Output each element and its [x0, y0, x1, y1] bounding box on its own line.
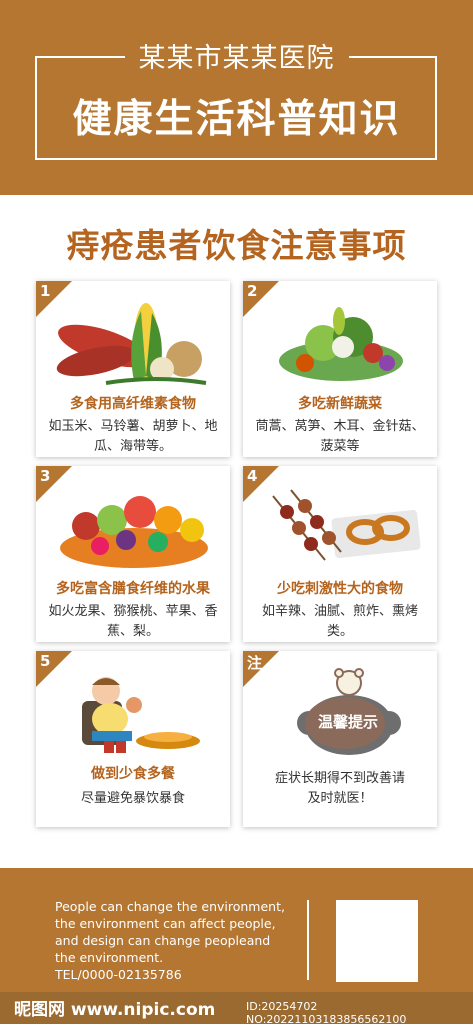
fruit-pile-illustration	[60, 496, 208, 568]
bear-tip-illustration	[297, 668, 401, 755]
tip-bubble-text: 温馨提示	[317, 713, 378, 731]
tip-card-note: 注 温馨提示 症状长期得不到改善请及时就医！	[243, 651, 437, 827]
card-description: 如火龙果、猕猴桃、苹果、香蕉、梨。	[48, 604, 218, 639]
tip-card-2: 2 多吃新鲜蔬菜 茼蒿、莴笋、木耳、金针菇、菠菜等	[243, 281, 437, 457]
footer-line: People can change the environment,	[55, 899, 285, 914]
watermark-id: ID:20254702 NO:20221103183856562100	[246, 1000, 407, 1026]
footer-line: the environment.	[55, 950, 164, 965]
card-description: 如辛辣、油腻、煎炸、熏烤类。	[261, 604, 418, 639]
tip-card-4: 4 少吃刺激性大的食物 如辛辣、油腻、煎炸、熏烤类。	[243, 466, 437, 642]
tip-card-5: 5 做到少食多餐 尽量避免暴饮暴食	[36, 651, 230, 827]
watermark-logo: 昵图网 www.nipic.com	[14, 1000, 216, 1020]
tip-card-3: 3 多吃富含膳食纤维的水果 如火龙果、猕猴桃、苹果、香蕉、梨。	[36, 466, 230, 642]
card-title: 多食用高纤维素食物	[70, 396, 196, 412]
fresh-greens-illustration	[279, 307, 403, 381]
footer-line: and design can change peopleand	[55, 933, 271, 948]
card-description: 症状长期得不到改善请及时就医！	[274, 771, 405, 806]
card-title: 多吃新鲜蔬菜	[298, 396, 382, 412]
tip-card-1: 1 多食用高纤维素食物 如玉米、马铃薯、胡萝卜、地瓜、海带等。	[36, 281, 230, 457]
card-description: 尽量避免暴饮暴食	[80, 791, 185, 806]
card-title: 少吃刺激性大的食物	[277, 581, 403, 597]
skewers-illustration	[272, 489, 421, 561]
vegetables-illustration	[56, 303, 207, 385]
footer-divider	[307, 900, 309, 980]
card-description: 茼蒿、莴笋、木耳、金针菇、菠菜等	[255, 419, 425, 454]
footer-line: the environment can affect people,	[55, 916, 276, 931]
main-title: 健康生活科普知识	[72, 97, 401, 142]
footer-text: People can change the environment, the e…	[55, 898, 295, 983]
section-title: 痔疮患者饮食注意事项	[66, 226, 407, 265]
overeating-boy-illustration	[82, 677, 200, 753]
card-title: 多吃富含膳食纤维的水果	[56, 581, 210, 597]
footer-phone: TEL/0000-02135786	[55, 967, 182, 982]
hospital-name: 某某市某某医院	[124, 36, 349, 75]
hospital-name-wrap: 某某市某某医院	[0, 36, 473, 75]
card-description: 如玉米、马铃薯、胡萝卜、地瓜、海带等。	[48, 419, 218, 454]
card-title: 做到少食多餐	[91, 766, 175, 782]
qr-code-placeholder	[336, 900, 418, 982]
